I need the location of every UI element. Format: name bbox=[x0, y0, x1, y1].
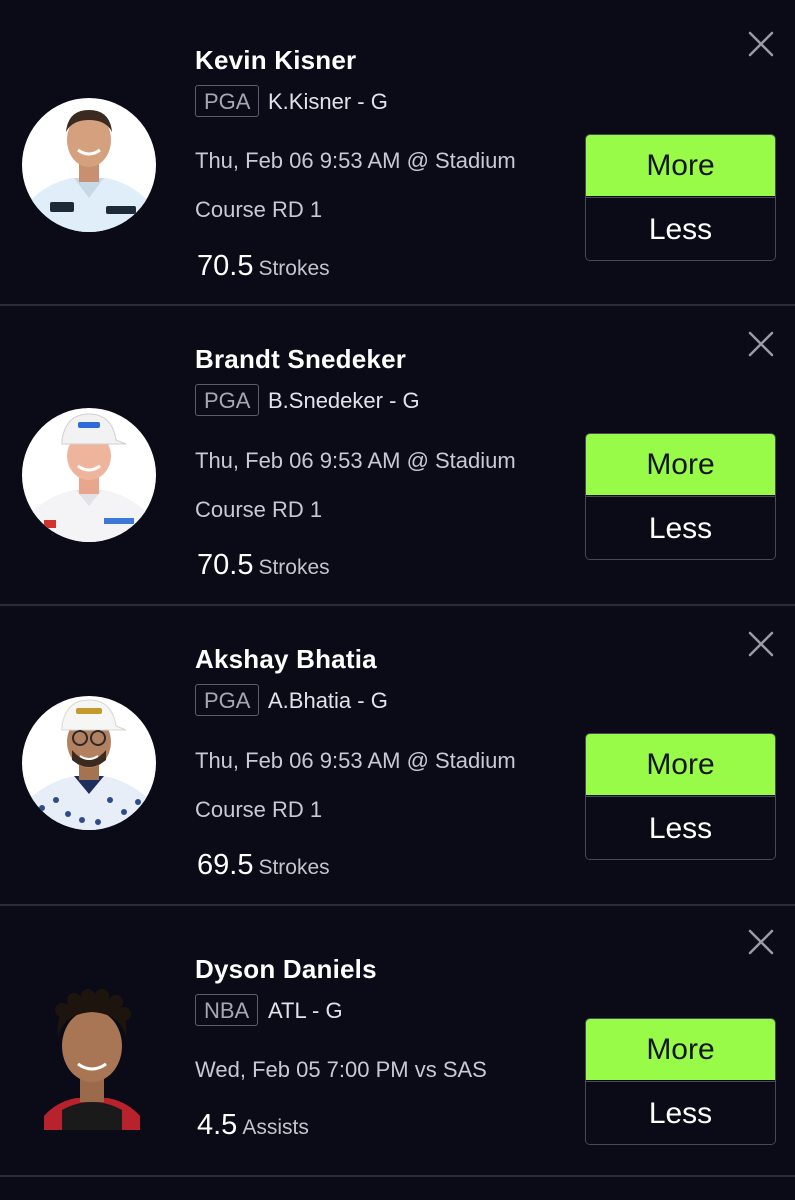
pick-card: Kevin Kisner PGA K.Kisner - G Thu, Feb 0… bbox=[0, 0, 795, 306]
player-avatar bbox=[22, 408, 156, 542]
player-avatar bbox=[36, 984, 148, 1130]
projection-line: 69.5 Strokes bbox=[197, 849, 330, 882]
player-team-position: B.Snedeker - G bbox=[268, 388, 420, 413]
game-datetime: Thu, Feb 06 9:53 AM @ Stadium bbox=[195, 148, 516, 173]
pick-card: Akshay Bhatia PGA A.Bhatia - G Thu, Feb … bbox=[0, 606, 795, 906]
player-name: Kevin Kisner bbox=[195, 45, 357, 75]
less-button[interactable]: Less bbox=[586, 1081, 775, 1144]
projection-stat: Strokes bbox=[258, 556, 330, 579]
player-name: Akshay Bhatia bbox=[195, 644, 377, 674]
pick-card: Dyson Daniels NBA ATL - G Wed, Feb 05 7:… bbox=[0, 906, 795, 1177]
game-datetime: Thu, Feb 06 9:53 AM @ Stadium bbox=[195, 748, 516, 773]
more-button[interactable]: More bbox=[586, 434, 775, 495]
league-badge: NBA bbox=[195, 994, 259, 1026]
player-team-position: A.Bhatia - G bbox=[268, 688, 388, 713]
more-less-toggle: More Less bbox=[585, 1018, 776, 1145]
player-team-position: K.Kisner - G bbox=[268, 89, 388, 114]
game-round: Course RD 1 bbox=[195, 197, 323, 222]
league-badge: PGA bbox=[195, 384, 260, 416]
more-less-toggle: More Less bbox=[585, 733, 776, 860]
close-icon[interactable] bbox=[748, 929, 774, 955]
less-button[interactable]: Less bbox=[586, 796, 775, 859]
player-name: Brandt Snedeker bbox=[195, 344, 407, 374]
less-button[interactable]: Less bbox=[586, 496, 775, 559]
more-button[interactable]: More bbox=[586, 135, 775, 196]
more-less-toggle: More Less bbox=[585, 134, 776, 261]
player-name: Dyson Daniels bbox=[195, 954, 377, 984]
more-button[interactable]: More bbox=[586, 1019, 775, 1080]
close-icon[interactable] bbox=[748, 631, 774, 657]
projection-line: 70.5 Strokes bbox=[197, 549, 330, 582]
projection-line: 4.5 Assists bbox=[197, 1109, 309, 1142]
game-datetime: Thu, Feb 06 9:53 AM @ Stadium bbox=[195, 448, 516, 473]
picks-list: Kevin Kisner PGA K.Kisner - G Thu, Feb 0… bbox=[0, 0, 795, 1177]
projection-stat: Strokes bbox=[258, 257, 330, 280]
game-round: Course RD 1 bbox=[195, 497, 323, 522]
projection-value: 4.5 bbox=[197, 1109, 238, 1141]
projection-value: 70.5 bbox=[197, 250, 254, 282]
player-avatar bbox=[22, 98, 156, 232]
league-badge: PGA bbox=[195, 684, 260, 716]
player-team-position: ATL - G bbox=[268, 998, 343, 1023]
projection-value: 70.5 bbox=[197, 549, 254, 581]
player-avatar bbox=[22, 696, 156, 830]
pick-card: Brandt Snedeker PGA B.Snedeker - G Thu, … bbox=[0, 306, 795, 606]
league-badge: PGA bbox=[195, 85, 260, 117]
close-icon[interactable] bbox=[748, 31, 774, 57]
game-round: Course RD 1 bbox=[195, 797, 323, 822]
less-button[interactable]: Less bbox=[586, 197, 775, 260]
projection-line: 70.5 Strokes bbox=[197, 250, 330, 283]
projection-value: 69.5 bbox=[197, 849, 254, 881]
projection-stat: Strokes bbox=[258, 856, 330, 879]
game-datetime: Wed, Feb 05 7:00 PM vs SAS bbox=[195, 1057, 487, 1082]
more-less-toggle: More Less bbox=[585, 433, 776, 560]
close-icon[interactable] bbox=[748, 331, 774, 357]
projection-stat: Assists bbox=[242, 1116, 309, 1139]
more-button[interactable]: More bbox=[586, 734, 775, 795]
